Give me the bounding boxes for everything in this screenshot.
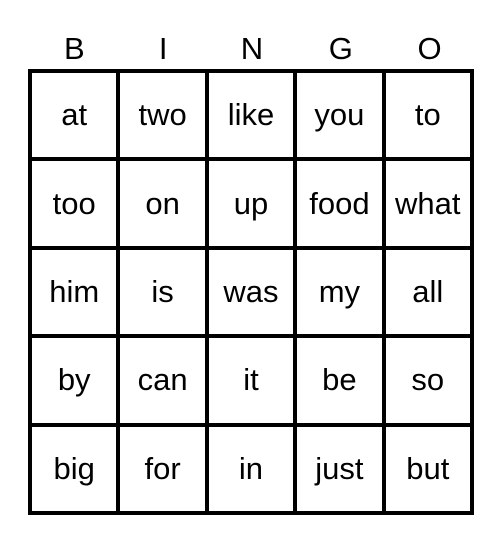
bingo-cell: like	[206, 71, 296, 160]
bingo-header: B I N G O	[30, 30, 474, 70]
bingo-cell: my	[295, 247, 384, 337]
bingo-cell: in	[206, 424, 296, 513]
bingo-cell: up	[206, 159, 296, 248]
header-letter-n: N	[240, 31, 264, 66]
bingo-cell: what	[383, 159, 472, 248]
bingo-cell: at	[30, 71, 119, 160]
header-letter-g: G	[328, 31, 353, 66]
bingo-cell: so	[383, 336, 472, 425]
bingo-cell: him	[30, 247, 119, 337]
bingo-cell: is	[118, 247, 207, 337]
bingo-cell: can	[118, 336, 207, 425]
bingo-cell: it	[206, 336, 296, 425]
bingo-cell: but	[383, 424, 472, 513]
header-letter-o: O	[417, 31, 442, 66]
bingo-cell: for	[118, 424, 207, 513]
bingo-cell: just	[295, 424, 384, 513]
bingo-cell: on	[118, 159, 207, 248]
bingo-cell: was	[206, 247, 296, 337]
bingo-cell: be	[295, 336, 384, 425]
bingo-cell: you	[295, 71, 384, 160]
bingo-cell: food	[295, 159, 384, 248]
bingo-cell: all	[383, 247, 472, 337]
header-letter-b: B	[64, 31, 85, 66]
bingo-cell: big	[30, 424, 119, 513]
header-letter-i: I	[158, 31, 168, 66]
bingo-cell: too	[30, 159, 119, 248]
bingo-cell: two	[118, 71, 207, 160]
bingo-grid: at two like you to too on up food what h…	[28, 69, 474, 515]
bingo-cell: by	[30, 336, 119, 425]
bingo-cell: to	[383, 71, 472, 160]
